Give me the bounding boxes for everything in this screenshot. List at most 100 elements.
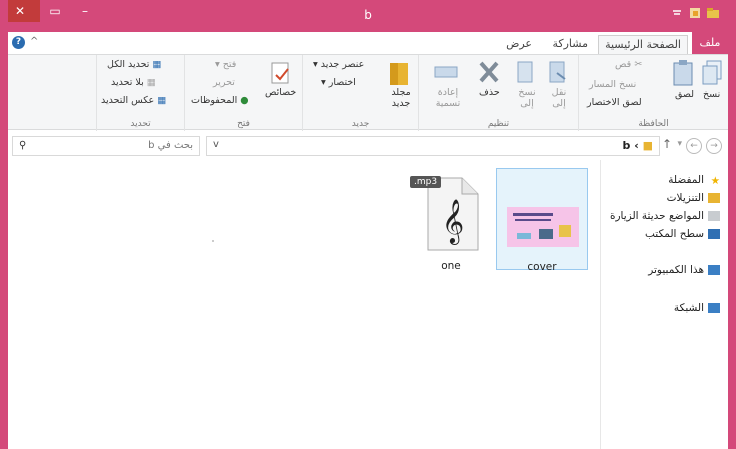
new-group: مجلد جديد عنصر جديد ▾ اختصار ▾ جديد	[302, 55, 418, 131]
downloads-icon	[708, 193, 720, 203]
copy-path-button[interactable]: نسخ المسار	[589, 79, 636, 90]
select-none-label: بلا تحديد	[111, 77, 144, 88]
new-folder-button[interactable]: مجلد جديد	[387, 87, 415, 109]
up-button[interactable]: ↑	[662, 137, 672, 151]
explorer-window: ✕ ▭ – b ? ^ ملف الصفحة الرئيسية مشاركة ع…	[0, 0, 736, 449]
mp3-badge: .mp3	[410, 176, 442, 188]
select-all-icon: ▦	[149, 59, 162, 70]
forward-button[interactable]: ←	[686, 138, 702, 154]
clipboard-group-label: الحافظة	[638, 119, 669, 129]
svg-text:𝄞: 𝄞	[442, 199, 464, 245]
history-icon: ●	[237, 95, 249, 106]
copy-to-icon[interactable]	[515, 59, 537, 85]
tab-file[interactable]: ملف	[692, 32, 728, 54]
paste-button[interactable]: لصق	[675, 89, 694, 100]
file-name: cover	[527, 261, 557, 273]
history-button[interactable]: ● المحفوظات	[191, 95, 249, 106]
image-thumbnail-icon	[507, 207, 579, 247]
nav-this-pc-label: هذا الكمبيوتر	[648, 264, 704, 276]
properties-icon[interactable]	[269, 61, 293, 87]
nav-downloads[interactable]: التنزيلات	[667, 192, 720, 204]
rename-icon[interactable]	[433, 61, 459, 83]
folder-icon[interactable]	[387, 59, 411, 87]
edit-label: تحرير	[213, 77, 235, 88]
open-group: خصائص فتح ▾ تحرير ● المحفوظات فتح	[184, 55, 302, 131]
properties-icon[interactable]	[688, 6, 702, 20]
help-icon[interactable]: ?	[12, 36, 25, 49]
selection-dot	[212, 240, 214, 242]
recent-icon	[708, 211, 720, 221]
nav-recent-label: المواضع حديثة الزيارة	[609, 210, 704, 222]
file-name: one	[441, 260, 461, 272]
title-bar: ✕ ▭ – b	[8, 0, 728, 32]
move-to-button[interactable]: نقل إلى	[547, 87, 571, 109]
easy-access-button[interactable]: اختصار ▾	[321, 77, 356, 88]
new-item-button[interactable]: عنصر جديد ▾	[313, 59, 364, 70]
address-bar[interactable]: v ↻ b ‹ ■	[183, 136, 660, 156]
copy-icon[interactable]	[701, 59, 723, 87]
dropdown-icon[interactable]	[670, 6, 684, 20]
invert-selection-icon: ▦	[154, 95, 167, 106]
ribbon: نسخ لصق ✂ قص نسخ المسار لصق الاختصار الح…	[8, 54, 728, 131]
recent-locations-dropdown[interactable]: ▾	[677, 139, 682, 149]
search-box[interactable]: ⚲ بحث في b	[12, 136, 200, 156]
file-item-cover[interactable]: cover	[496, 168, 588, 273]
select-all-button[interactable]: ▦ تحديد الكل	[107, 59, 161, 70]
open-group-label: فتح	[237, 119, 250, 129]
clipboard-group: نسخ لصق ✂ قص نسخ المسار لصق الاختصار الح…	[578, 55, 728, 131]
tab-share[interactable]: مشاركة	[546, 35, 594, 54]
window-title: b	[364, 8, 372, 22]
open-button[interactable]: فتح ▾	[215, 59, 236, 70]
paste-shortcut-button[interactable]: لصق الاختصار	[587, 97, 642, 108]
invert-selection-label: عكس التحديد	[101, 95, 155, 106]
easy-access-label: اختصار	[328, 77, 356, 88]
select-none-icon: ▦	[143, 77, 156, 88]
address-path: b ‹ ■	[622, 139, 653, 152]
computer-icon	[708, 265, 720, 275]
navigation-pane: ★ المفضلة التنزيلات المواضع حديثة الزيارة…	[600, 160, 728, 449]
nav-network-label: الشبكة	[673, 302, 704, 314]
back-button[interactable]: →	[706, 138, 722, 154]
tab-home[interactable]: الصفحة الرئيسية	[598, 35, 688, 54]
nav-network[interactable]: الشبكة	[674, 302, 720, 314]
nav-this-pc[interactable]: هذا الكمبيوتر	[648, 264, 720, 276]
copy-button[interactable]: نسخ	[703, 89, 720, 100]
nav-desktop[interactable]: سطح المكتب	[645, 228, 720, 240]
address-path-segment[interactable]: b	[623, 139, 631, 152]
organize-group: نقل إلى نسخ إلى حذف إعادة تسمية تنظيم	[418, 55, 578, 131]
network-icon	[708, 303, 720, 313]
ribbon-tabs: ? ^ ملف الصفحة الرئيسية مشاركة عرض	[8, 32, 728, 54]
file-item-one[interactable]: 𝄞 .mp3 one	[406, 168, 496, 272]
delete-icon[interactable]	[477, 59, 501, 85]
tab-view[interactable]: عرض	[500, 35, 538, 54]
scissors-icon: ✂	[631, 59, 643, 70]
nav-recent[interactable]: المواضع حديثة الزيارة	[610, 210, 720, 222]
cut-button[interactable]: ✂ قص	[615, 59, 642, 70]
cut-label: قص	[615, 59, 632, 70]
select-group: ▦ تحديد الكل ▦ بلا تحديد ▦ عكس التحديد ت…	[96, 55, 184, 131]
desktop-icon	[708, 229, 720, 239]
search-icon: ⚲	[19, 140, 27, 151]
history-label: المحفوظات	[191, 95, 238, 106]
address-row: → ← ▾ ↑ v ↻ b ‹ ■ ⚲ بحث في b	[8, 134, 728, 158]
nav-desktop-label: سطح المكتب	[645, 228, 704, 240]
rename-button[interactable]: إعادة تسمية	[433, 87, 463, 109]
edit-button[interactable]: تحرير	[213, 77, 235, 88]
new-group-label: جديد	[351, 119, 370, 129]
select-none-button[interactable]: ▦ بلا تحديد	[111, 77, 156, 88]
invert-selection-button[interactable]: ▦ عكس التحديد	[101, 95, 166, 106]
paste-icon[interactable]	[671, 59, 695, 87]
organize-group-label: تنظيم	[487, 119, 510, 129]
search-input[interactable]: بحث في b	[148, 140, 193, 151]
move-to-icon[interactable]	[547, 59, 569, 85]
chevron-up-icon[interactable]: ^	[30, 36, 38, 47]
paste-shortcut-label: لصق الاختصار	[587, 97, 642, 108]
address-dropdown-icon[interactable]: v	[213, 139, 219, 150]
copy-path-label: نسخ المسار	[589, 79, 637, 90]
copy-to-button[interactable]: نسخ إلى	[515, 87, 539, 109]
nav-favorites[interactable]: ★ المفضلة	[668, 174, 720, 187]
properties-button[interactable]: خصائص	[265, 87, 296, 98]
delete-button[interactable]: حذف	[479, 87, 500, 98]
new-folder-icon[interactable]	[706, 6, 720, 20]
folder-icon: ■	[642, 139, 653, 152]
